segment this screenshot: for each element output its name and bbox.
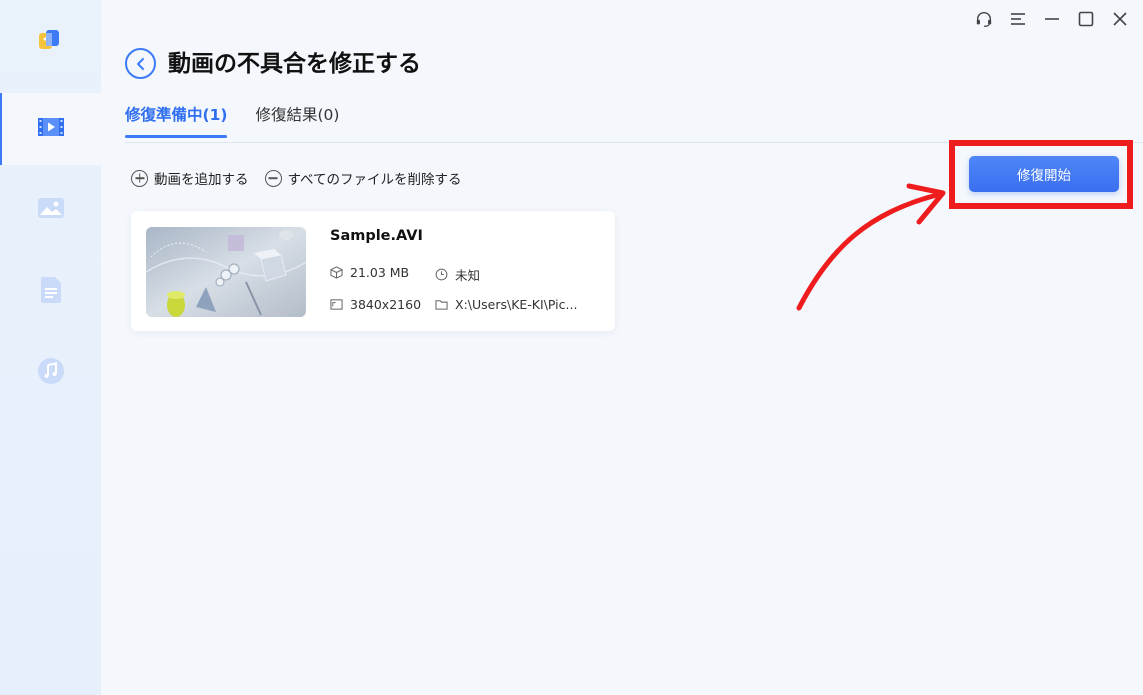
- file-size: 21.03 MB: [330, 265, 409, 280]
- file-name: Sample.AVI: [330, 228, 423, 244]
- sidebar-item-photo[interactable]: [0, 174, 101, 246]
- file-path: X:\Users\KE-KI\Pic...: [435, 297, 577, 312]
- file-toolbar: 動画を追加する すべてのファイルを削除する: [131, 168, 462, 188]
- tab-repair-pending[interactable]: 修復準備中(1): [125, 104, 228, 138]
- chevron-left-icon: [136, 57, 144, 70]
- video-icon: [37, 116, 65, 142]
- minimize-icon[interactable]: [1043, 10, 1061, 28]
- file-card[interactable]: Sample.AVI 21.03 MB 未知 3840x2160 X:\User…: [131, 211, 615, 331]
- image-icon: [37, 196, 65, 224]
- close-icon[interactable]: [1111, 10, 1129, 28]
- minus-circle-icon: [264, 169, 282, 187]
- file-duration: 未知: [435, 265, 480, 284]
- video-thumbnail: [146, 227, 306, 317]
- file-size-value: 21.03 MB: [350, 265, 410, 280]
- support-headset-icon[interactable]: [975, 10, 993, 28]
- annotation-arrow-icon: [796, 183, 946, 311]
- folder-icon: [435, 300, 448, 310]
- plus-circle-icon: [131, 169, 148, 187]
- box-icon: [330, 266, 343, 279]
- sidebar-item-video[interactable]: [0, 93, 101, 165]
- document-icon: [39, 276, 63, 308]
- sidebar-item-audio[interactable]: [0, 337, 101, 409]
- remove-all-files-label: すべてのファイルを削除する: [287, 172, 462, 188]
- page-title: 動画の不具合を修正する: [168, 51, 421, 77]
- tab-divider: [125, 142, 1143, 143]
- tab-repair-results[interactable]: 修復結果(0): [255, 104, 339, 138]
- start-repair-button[interactable]: 修復開始: [969, 156, 1119, 192]
- menu-icon[interactable]: [1009, 10, 1027, 28]
- clock-icon: [435, 268, 448, 281]
- remove-all-files-button[interactable]: すべてのファイルを削除する: [264, 168, 462, 188]
- add-video-label: 動画を追加する: [154, 172, 249, 188]
- file-duration-value: 未知: [455, 268, 481, 283]
- window-controls: [975, 10, 1129, 28]
- tab-bar: 修復準備中(1) 修復結果(0): [125, 104, 339, 138]
- file-resolution: 3840x2160: [330, 297, 421, 312]
- sidebar-item-document[interactable]: [0, 256, 101, 328]
- file-resolution-value: 3840x2160: [350, 297, 422, 312]
- maximize-icon[interactable]: [1077, 10, 1095, 28]
- main-panel: 動画の不具合を修正する 修復準備中(1) 修復結果(0) 動画を追加する すべて…: [101, 0, 1143, 695]
- back-button[interactable]: [125, 48, 156, 79]
- file-path-value: X:\Users\KE-KI\Pic...: [455, 297, 578, 312]
- resolution-icon: [330, 299, 343, 310]
- add-video-button[interactable]: 動画を追加する: [131, 168, 249, 188]
- music-icon: [37, 357, 65, 389]
- sidebar: [0, 0, 101, 695]
- app-logo-icon: [37, 28, 61, 52]
